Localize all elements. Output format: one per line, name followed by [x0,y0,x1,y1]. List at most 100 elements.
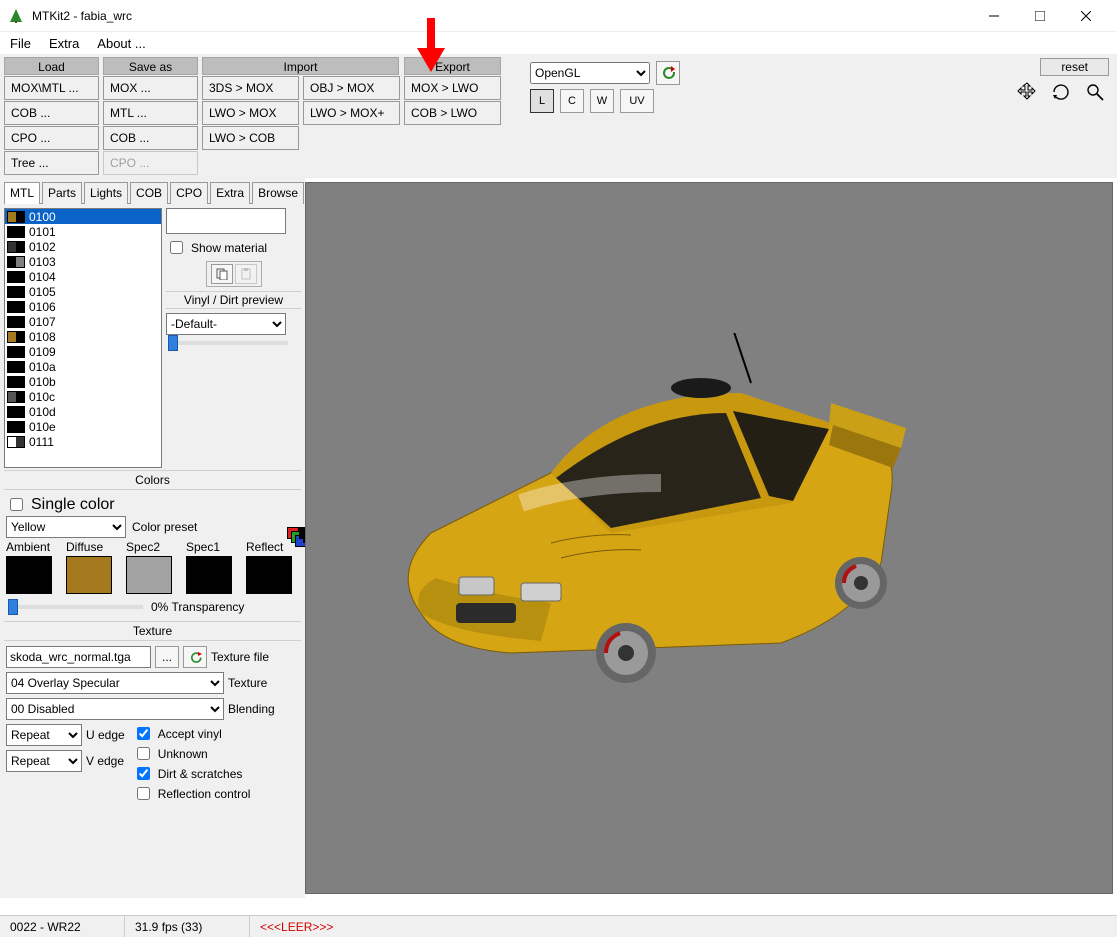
check-unknown[interactable]: Unknown [133,744,251,763]
menu-file[interactable]: File [10,36,31,51]
minimize-button[interactable] [971,1,1017,31]
show-material-check[interactable]: Show material [166,238,301,257]
material-item[interactable]: 010c [5,389,161,404]
uedge-select[interactable]: Repeat [6,724,82,746]
car-model [361,333,921,693]
swatch-icon [7,256,25,268]
material-item[interactable]: 0105 [5,284,161,299]
material-item[interactable]: 0106 [5,299,161,314]
render-group: OpenGL L C W UV [530,57,680,175]
save-cob[interactable]: COB ... [103,126,198,150]
texture-mode-label: Texture [228,676,267,690]
material-item[interactable]: 0111 [5,434,161,449]
single-color-check[interactable]: Single color [6,495,299,514]
tab-mtl[interactable]: MTL [4,182,40,204]
load-tree[interactable]: Tree ... [4,151,99,175]
material-item[interactable]: 0101 [5,224,161,239]
color-swatch-spec2[interactable] [126,556,172,594]
color-swatch-ambient[interactable] [6,556,52,594]
check-dirt[interactable]: Dirt & scratches [133,764,251,783]
color-swatch-reflect[interactable] [246,556,292,594]
tab-extra[interactable]: Extra [210,182,250,204]
rotate-icon[interactable] [1051,82,1071,107]
tab-lights[interactable]: Lights [84,182,128,204]
tab-cob[interactable]: COB [130,182,168,204]
load-cob[interactable]: COB ... [4,101,99,125]
import-lwo-cob[interactable]: LWO > COB [202,126,299,150]
menu-bar: File Extra About ... [0,32,1117,54]
vedge-label: V edge [86,754,124,768]
swatch-icon [7,286,25,298]
material-item[interactable]: 0100 [5,209,161,224]
check-accept-vinyl[interactable]: Accept vinyl [133,724,251,743]
material-item[interactable]: 0102 [5,239,161,254]
blending-mode-select[interactable]: 00 Disabled [6,698,224,720]
material-item[interactable]: 010e [5,419,161,434]
close-button[interactable] [1063,1,1109,31]
vinyl-preset-select[interactable]: -Default- [166,313,286,335]
maximize-button[interactable] [1017,1,1063,31]
shade-l-button[interactable]: L [530,89,554,113]
load-cpo[interactable]: CPO ... [4,126,99,150]
import-lwo-moxp[interactable]: LWO > MOX+ [303,101,400,125]
check-reflection[interactable]: Reflection control [133,784,251,803]
color-preset-select[interactable]: Yellow [6,516,126,538]
export-mox-lwo[interactable]: MOX > LWO [404,76,501,100]
paste-button [235,264,257,284]
copy-button[interactable] [211,264,233,284]
shade-w-button[interactable]: W [590,89,614,113]
swatch-icon [7,316,25,328]
color-swatch-spec1[interactable] [186,556,232,594]
vinyl-header: Vinyl / Dirt preview [166,291,301,309]
import-3ds[interactable]: 3DS > MOX [202,76,299,100]
transparency-slider[interactable] [8,605,143,609]
export-cob-lwo[interactable]: COB > LWO [404,101,501,125]
material-item[interactable]: 0103 [5,254,161,269]
swatch-icon [7,376,25,388]
viewport-3d[interactable] [305,182,1113,894]
material-item[interactable]: 010a [5,359,161,374]
colors-header: Colors [4,470,301,490]
texture-mode-select[interactable]: 04 Overlay Specular [6,672,224,694]
material-item[interactable]: 010b [5,374,161,389]
material-item[interactable]: 0109 [5,344,161,359]
menu-about[interactable]: About ... [97,36,145,51]
vedge-select[interactable]: Repeat [6,750,82,772]
uedge-label: U edge [86,728,125,742]
menu-extra[interactable]: Extra [49,36,79,51]
load-mox-mtl[interactable]: MOX\MTL ... [4,76,99,100]
material-item[interactable]: 0104 [5,269,161,284]
color-swatch-diffuse[interactable] [66,556,112,594]
color-label-reflect: Reflect [246,540,283,554]
reload-file-button[interactable] [183,646,207,668]
color-label-spec2: Spec2 [126,540,160,554]
zoom-icon[interactable] [1085,82,1105,107]
material-item[interactable]: 0108 [5,329,161,344]
move-icon[interactable] [1017,82,1037,107]
sidebar: MTLPartsLightsCOBCPOExtraBrowse 01000101… [0,178,305,898]
shade-c-button[interactable]: C [560,89,584,113]
color-preset-label: Color preset [132,520,197,534]
tab-parts[interactable]: Parts [42,182,82,204]
save-mox[interactable]: MOX ... [103,76,198,100]
shade-uv-button[interactable]: UV [620,89,654,113]
reset-button[interactable]: reset [1040,58,1109,76]
save-mtl[interactable]: MTL ... [103,101,198,125]
texture-file-input[interactable] [6,646,151,668]
browse-file-button[interactable]: ... [155,646,179,668]
material-name-input[interactable] [166,208,286,234]
material-item[interactable]: 010d [5,404,161,419]
import-obj[interactable]: OBJ > MOX [303,76,400,100]
refresh-button[interactable] [656,61,680,85]
material-list[interactable]: 0100010101020103010401050106010701080109… [4,208,162,468]
color-label-spec1: Spec1 [186,540,220,554]
swatch-icon [7,211,25,223]
save-cpo: CPO ... [103,151,198,175]
import-lwo-mox[interactable]: LWO > MOX [202,101,299,125]
tab-browse[interactable]: Browse [252,182,304,204]
vinyl-slider[interactable] [168,341,288,345]
tab-cpo[interactable]: CPO [170,182,208,204]
material-item[interactable]: 0107 [5,314,161,329]
render-mode-select[interactable]: OpenGL [530,62,650,84]
status-bar: 0022 - WR22 31.9 fps (33) <<<LEER>>> [0,915,1117,937]
